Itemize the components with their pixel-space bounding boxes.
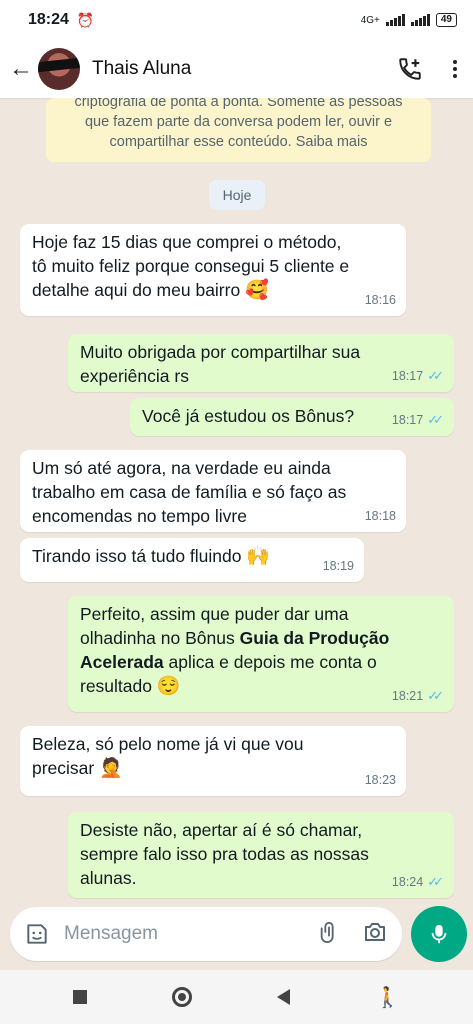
accessibility-icon[interactable]: 🚶 (375, 985, 400, 1010)
message-bubble[interactable]: Hoje faz 15 dias que comprei o método, t… (20, 224, 406, 316)
message-text: Perfeito, assim que puder dar uma (80, 604, 349, 624)
camera-icon[interactable] (362, 920, 388, 949)
message-bubble[interactable]: Um só até agora, na verdade eu ainda tra… (20, 450, 406, 532)
message-text: Você já estudou os Bônus? (142, 406, 355, 426)
smiling-face-hearts-emoji: 🥰 (245, 280, 269, 301)
more-options-icon[interactable] (449, 56, 461, 82)
raising-hands-emoji: 🙌 (246, 546, 271, 567)
nav-back-icon[interactable] (277, 989, 291, 1005)
message-text: Um só até agora, na verdade eu ainda (32, 458, 331, 478)
message-text: Beleza, só pelo nome já vi que vou (32, 734, 304, 754)
message-time: 18:18 (364, 509, 396, 523)
recents-icon[interactable] (72, 990, 87, 1004)
message-bubble[interactable]: Perfeito, assim que puder dar uma olhadi… (68, 596, 454, 712)
relieved-face-emoji: 😌 (156, 676, 181, 697)
microphone-icon (431, 924, 447, 944)
chat-header: ← Thais Aluna (0, 40, 473, 98)
message-text: sempre falo isso pra todas as nossas (80, 844, 369, 864)
message-time: 18:23 (364, 773, 396, 787)
facepalm-emoji: 🤦 (99, 758, 123, 779)
message-text: experiência rs (80, 366, 189, 386)
message-text: Tirando isso tá tudo fluindo (32, 546, 242, 566)
message-input[interactable]: Mensagem (64, 923, 158, 945)
avatar[interactable] (38, 48, 80, 90)
status-time: 18:24 (28, 11, 69, 28)
enc-line-1: criptografia de ponta a ponta. Somente a… (74, 98, 403, 110)
signal-icon (385, 14, 405, 26)
message-time: 18:21 (391, 689, 424, 703)
status-bar: 18:24 ⏰ 4G+ 49 (0, 0, 473, 40)
message-bubble[interactable]: Muito obrigada por compartilhar sua expe… (68, 334, 454, 392)
encryption-notice[interactable]: criptografia de ponta a ponta. Somente a… (46, 98, 431, 162)
alarm-icon: ⏰ (76, 11, 95, 28)
status-right: 4G+ 49 (361, 13, 457, 27)
message-time: 18:16 (364, 293, 396, 307)
sticker-icon[interactable] (24, 921, 50, 947)
message-bold-text: Guia da Produção (239, 628, 390, 648)
mic-button[interactable] (411, 906, 467, 962)
message-bubble[interactable]: Tirando isso tá tudo fluindo 🙌 18:19 (20, 538, 364, 582)
message-bubble[interactable]: Desiste não, apertar aí é só chamar, sem… (68, 812, 454, 898)
signal-icon-2 (410, 14, 430, 26)
message-time: 18:19 (322, 559, 354, 573)
back-arrow-icon[interactable]: ← (8, 55, 34, 83)
contact-name[interactable]: Thais Aluna (92, 58, 191, 80)
battery-level: 49 (440, 14, 452, 25)
message-text: tô muito feliz porque consegui 5 cliente… (32, 256, 350, 276)
chat-area[interactable]: criptografia de ponta a ponta. Somente a… (0, 98, 473, 904)
read-ticks-icon: ✓✓ (427, 412, 444, 427)
read-ticks-icon: ✓✓ (427, 368, 444, 383)
message-bubble[interactable]: Você já estudou os Bônus? 18:17 ✓✓ (130, 398, 454, 436)
enc-line-3: compartilhar esse conteúdo. Saiba mais (109, 134, 368, 150)
read-ticks-icon: ✓✓ (427, 874, 444, 889)
message-text: olhadinha no Bônus (80, 628, 240, 648)
message-text: detalhe aqui do meu bairro (32, 280, 241, 300)
message-text: aplica e depois me conta o (163, 652, 377, 672)
message-bold-text: Acelerada (80, 652, 164, 672)
home-icon[interactable] (171, 987, 192, 1007)
message-time: 18:17 (391, 369, 424, 383)
system-nav-bar: 🚶 (0, 970, 473, 1024)
network-type: 4G+ (360, 14, 380, 26)
read-ticks-icon: ✓✓ (427, 688, 444, 703)
date-chip: Hoje (209, 180, 265, 210)
message-text: Muito obrigada por compartilhar sua (80, 342, 361, 362)
message-text: precisar (32, 758, 95, 778)
message-text: Desiste não, apertar aí é só chamar, (80, 820, 363, 840)
battery-icon: 49 (435, 13, 457, 27)
add-call-icon[interactable] (397, 56, 423, 82)
message-text: encomendas no tempo livre (32, 506, 247, 526)
message-time: 18:24 (391, 875, 424, 889)
enc-line-2: que fazem parte da conversa podem ler, o… (84, 114, 393, 130)
message-time: 18:17 (391, 413, 424, 427)
message-text: Hoje faz 15 dias que comprei o método, (32, 232, 342, 252)
message-text: alunas. (80, 868, 137, 888)
message-text: resultado (80, 676, 152, 696)
message-bubble[interactable]: Beleza, só pelo nome já vi que vou preci… (20, 726, 406, 796)
paperclip-icon[interactable] (318, 919, 340, 950)
message-composer[interactable]: Mensagem (10, 907, 402, 961)
message-text: trabalho em casa de família e só faço as (32, 482, 347, 502)
